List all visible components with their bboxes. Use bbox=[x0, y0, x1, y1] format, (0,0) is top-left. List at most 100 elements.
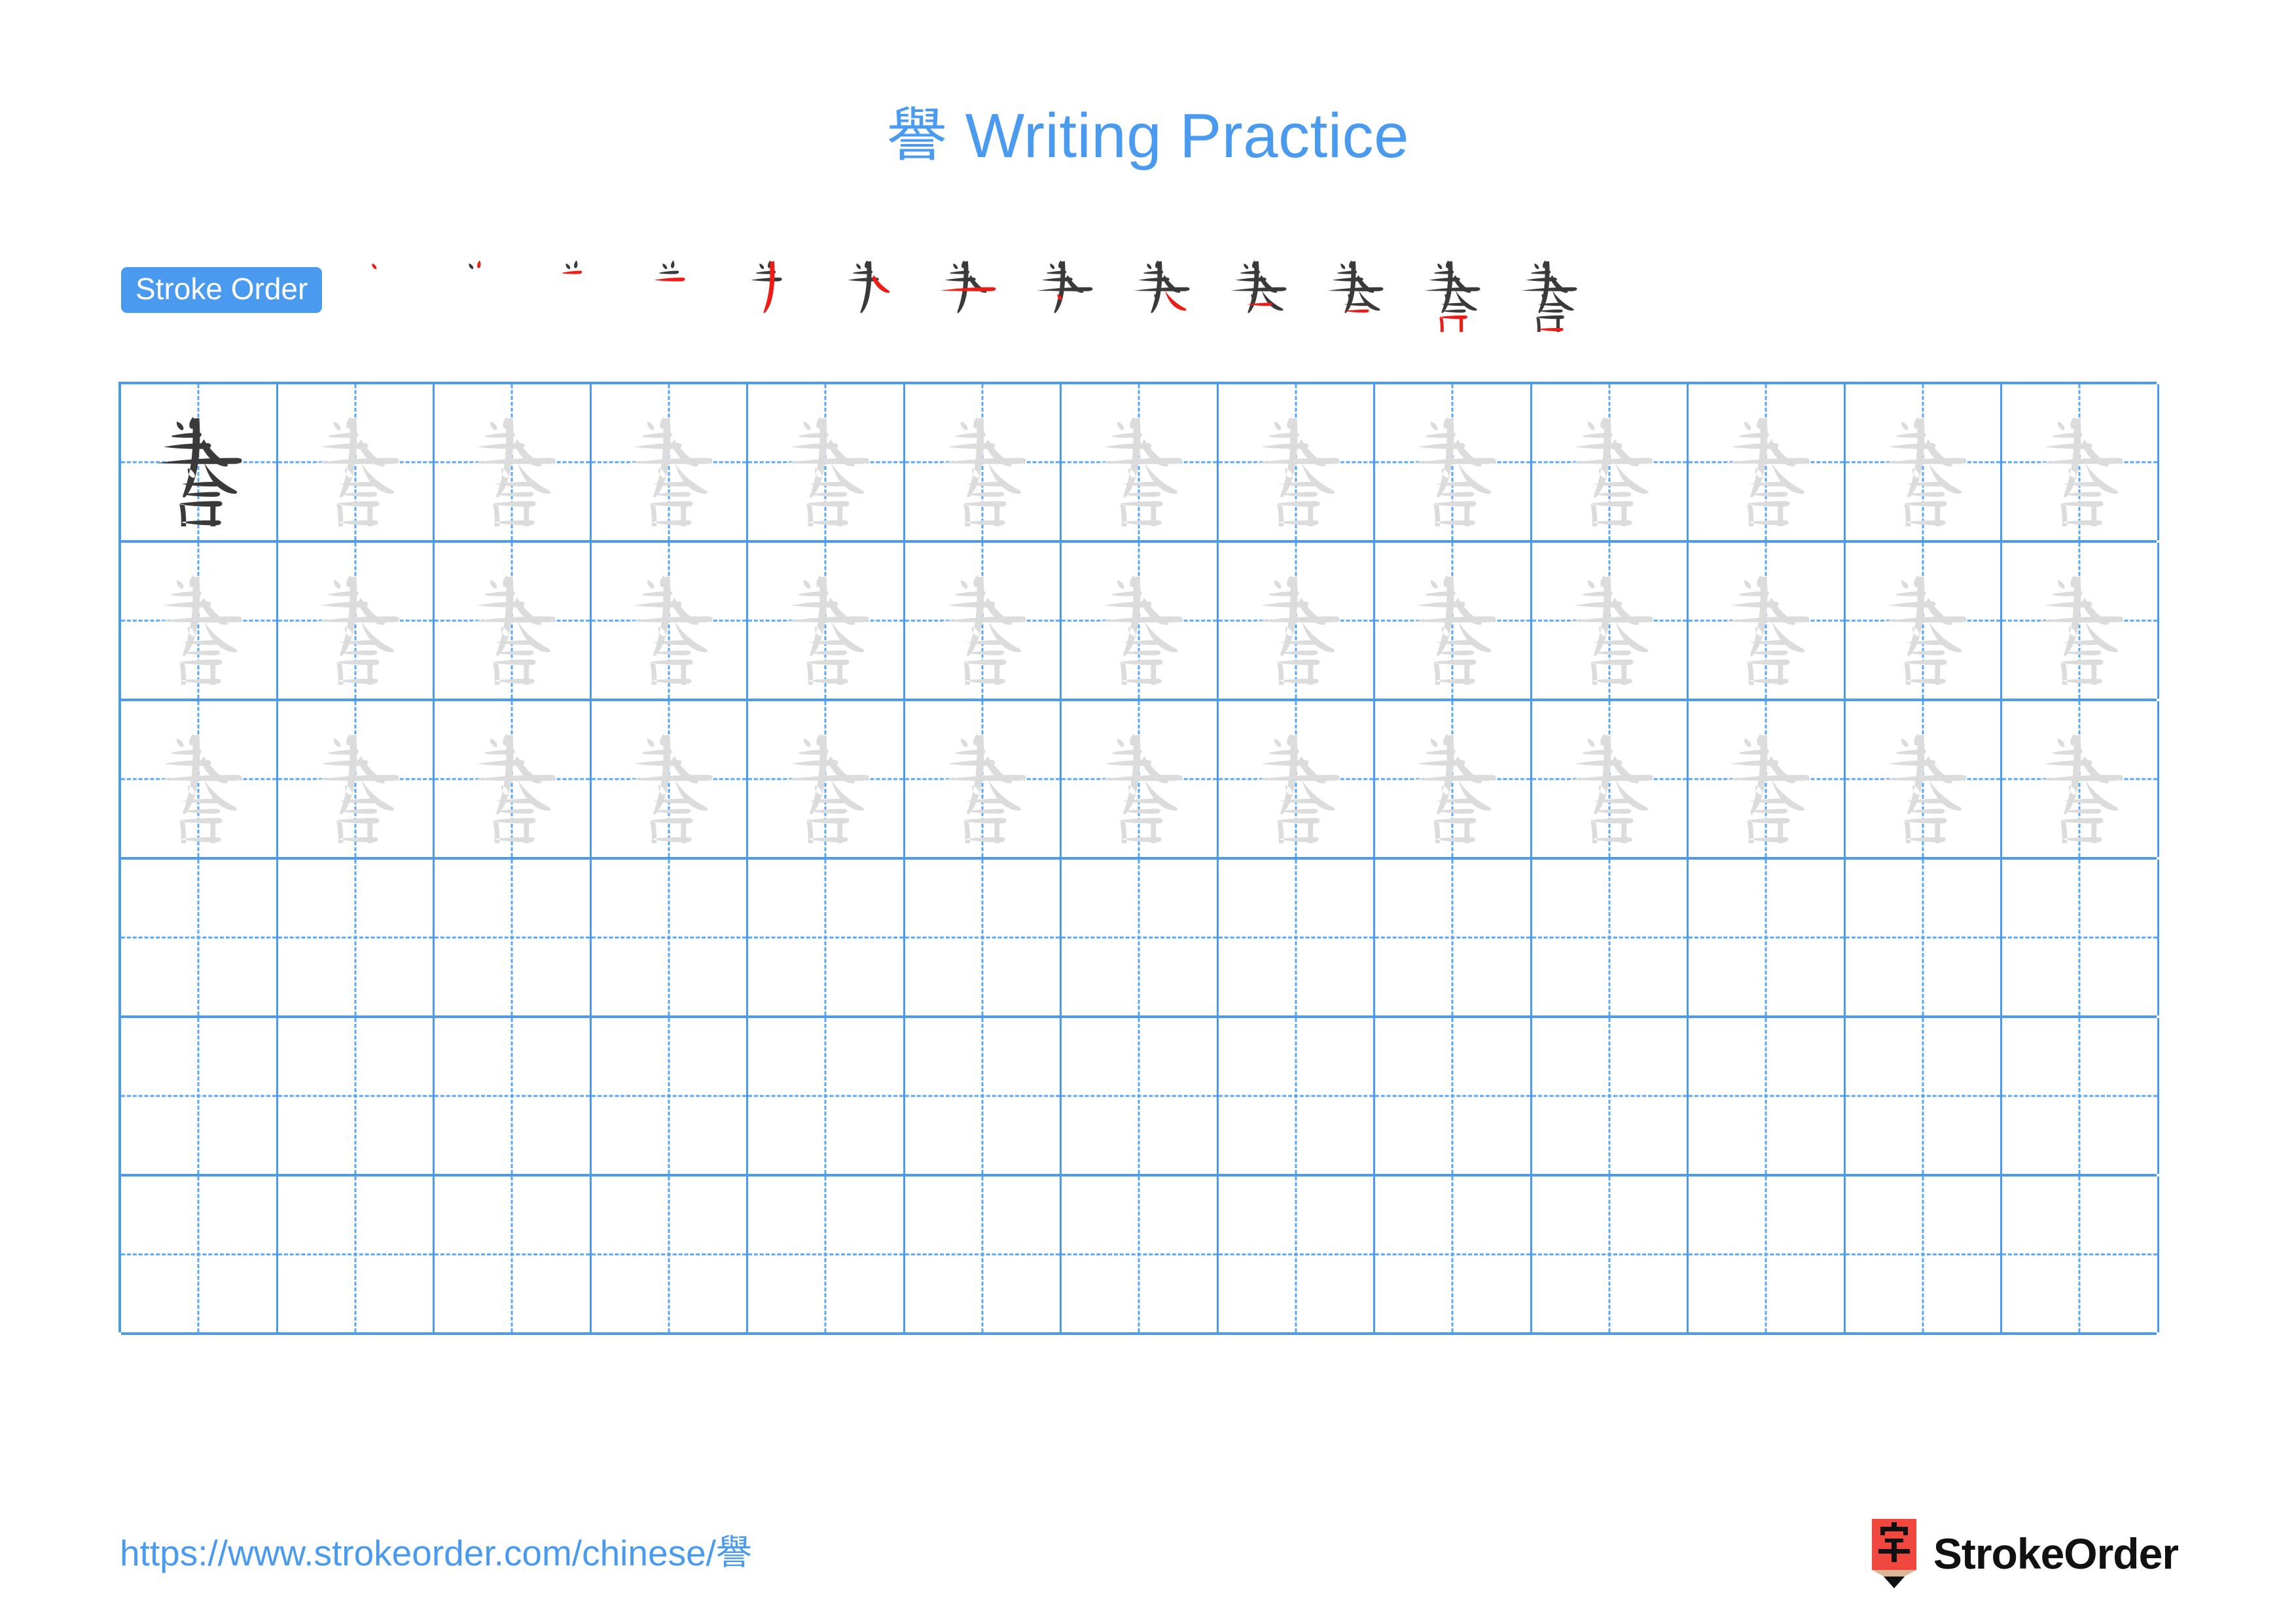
practice-cell[interactable] bbox=[748, 1018, 905, 1174]
practice-cell[interactable] bbox=[121, 384, 278, 540]
practice-cell[interactable] bbox=[748, 1176, 905, 1332]
practice-cell[interactable] bbox=[435, 543, 592, 699]
practice-cell[interactable] bbox=[1062, 1018, 1219, 1174]
practice-cell[interactable] bbox=[905, 384, 1062, 540]
practice-cell[interactable] bbox=[592, 1176, 748, 1332]
stroke-order-sequence bbox=[338, 251, 2176, 332]
practice-cell[interactable] bbox=[1532, 1018, 1689, 1174]
stroke-step-10 bbox=[1210, 251, 1306, 329]
practice-cell[interactable] bbox=[435, 860, 592, 1015]
trace-character bbox=[1062, 701, 1217, 857]
practice-cell[interactable] bbox=[1062, 860, 1219, 1015]
practice-cell[interactable] bbox=[905, 701, 1062, 857]
practice-cell[interactable] bbox=[435, 1018, 592, 1174]
practice-cell[interactable] bbox=[278, 860, 435, 1015]
practice-cell[interactable] bbox=[1846, 860, 2002, 1015]
stroke-step-3 bbox=[531, 251, 628, 329]
trace-character bbox=[121, 701, 276, 857]
practice-cell[interactable] bbox=[1375, 384, 1532, 540]
practice-cell[interactable] bbox=[905, 860, 1062, 1015]
practice-cell[interactable] bbox=[278, 384, 435, 540]
practice-cell[interactable] bbox=[1375, 1176, 1532, 1332]
practice-cell[interactable] bbox=[1532, 860, 1689, 1015]
practice-cell[interactable] bbox=[121, 860, 278, 1015]
practice-cell[interactable] bbox=[592, 543, 748, 699]
practice-cell[interactable] bbox=[2002, 701, 2159, 857]
practice-cell[interactable] bbox=[1375, 701, 1532, 857]
strokeorder-logo[interactable]: StrokeOrder bbox=[1869, 1518, 2179, 1590]
practice-cell[interactable] bbox=[1375, 543, 1532, 699]
practice-cell[interactable] bbox=[435, 384, 592, 540]
practice-cell[interactable] bbox=[278, 543, 435, 699]
stroke-step-2 bbox=[435, 251, 531, 329]
practice-cell[interactable] bbox=[1846, 701, 2002, 857]
practice-cell[interactable] bbox=[121, 1018, 278, 1174]
practice-cell[interactable] bbox=[278, 701, 435, 857]
practice-cell[interactable] bbox=[1846, 1018, 2002, 1174]
practice-row bbox=[121, 1018, 2159, 1176]
practice-cell[interactable] bbox=[1689, 384, 1846, 540]
practice-cell[interactable] bbox=[1689, 543, 1846, 699]
practice-cell[interactable] bbox=[1532, 543, 1689, 699]
practice-cell[interactable] bbox=[748, 384, 905, 540]
stroke-step-4 bbox=[628, 251, 725, 329]
practice-cell[interactable] bbox=[1219, 701, 1375, 857]
practice-cell[interactable] bbox=[905, 1176, 1062, 1332]
practice-cell[interactable] bbox=[1846, 543, 2002, 699]
practice-row bbox=[121, 701, 2159, 860]
practice-cell[interactable] bbox=[1219, 1018, 1375, 1174]
practice-cell[interactable] bbox=[1846, 384, 2002, 540]
practice-row bbox=[121, 543, 2159, 701]
stroke-step-12 bbox=[1403, 251, 1500, 332]
practice-cell[interactable] bbox=[592, 384, 748, 540]
trace-character bbox=[905, 701, 1060, 857]
practice-cell[interactable] bbox=[1846, 1176, 2002, 1332]
practice-cell[interactable] bbox=[1062, 1176, 1219, 1332]
practice-cell[interactable] bbox=[2002, 384, 2159, 540]
footer-url[interactable]: https://www.strokeorder.com/chinese/譽 bbox=[120, 1535, 752, 1571]
practice-cell[interactable] bbox=[1219, 1176, 1375, 1332]
practice-cell[interactable] bbox=[121, 701, 278, 857]
practice-cell[interactable] bbox=[1062, 701, 1219, 857]
trace-character bbox=[435, 701, 590, 857]
practice-cell[interactable] bbox=[1219, 384, 1375, 540]
practice-cell[interactable] bbox=[2002, 543, 2159, 699]
practice-cell[interactable] bbox=[1532, 701, 1689, 857]
practice-cell[interactable] bbox=[1062, 384, 1219, 540]
practice-cell[interactable] bbox=[1219, 860, 1375, 1015]
stroke-step-11 bbox=[1306, 251, 1403, 329]
practice-cell[interactable] bbox=[435, 1176, 592, 1332]
practice-cell[interactable] bbox=[905, 543, 1062, 699]
practice-cell[interactable] bbox=[1689, 1018, 1846, 1174]
practice-cell[interactable] bbox=[592, 701, 748, 857]
practice-cell[interactable] bbox=[121, 543, 278, 699]
practice-cell[interactable] bbox=[2002, 860, 2159, 1015]
practice-cell[interactable] bbox=[121, 1176, 278, 1332]
practice-cell[interactable] bbox=[1219, 543, 1375, 699]
practice-cell[interactable] bbox=[1689, 701, 1846, 857]
model-character bbox=[121, 384, 276, 540]
practice-cell[interactable] bbox=[2002, 1176, 2159, 1332]
trace-character bbox=[278, 543, 433, 699]
practice-cell[interactable] bbox=[748, 701, 905, 857]
practice-row bbox=[121, 860, 2159, 1018]
trace-character bbox=[2002, 701, 2157, 857]
trace-character bbox=[748, 701, 903, 857]
practice-cell[interactable] bbox=[1532, 384, 1689, 540]
practice-cell[interactable] bbox=[1062, 543, 1219, 699]
practice-cell[interactable] bbox=[592, 1018, 748, 1174]
practice-cell[interactable] bbox=[278, 1176, 435, 1332]
practice-cell[interactable] bbox=[592, 860, 748, 1015]
practice-cell[interactable] bbox=[278, 1018, 435, 1174]
practice-cell[interactable] bbox=[1375, 1018, 1532, 1174]
practice-cell[interactable] bbox=[905, 1018, 1062, 1174]
practice-cell[interactable] bbox=[748, 543, 905, 699]
practice-cell[interactable] bbox=[1689, 1176, 1846, 1332]
practice-cell[interactable] bbox=[1689, 860, 1846, 1015]
practice-cell[interactable] bbox=[748, 860, 905, 1015]
practice-row bbox=[121, 384, 2159, 543]
practice-cell[interactable] bbox=[1375, 860, 1532, 1015]
practice-cell[interactable] bbox=[435, 701, 592, 857]
practice-cell[interactable] bbox=[2002, 1018, 2159, 1174]
practice-cell[interactable] bbox=[1532, 1176, 1689, 1332]
